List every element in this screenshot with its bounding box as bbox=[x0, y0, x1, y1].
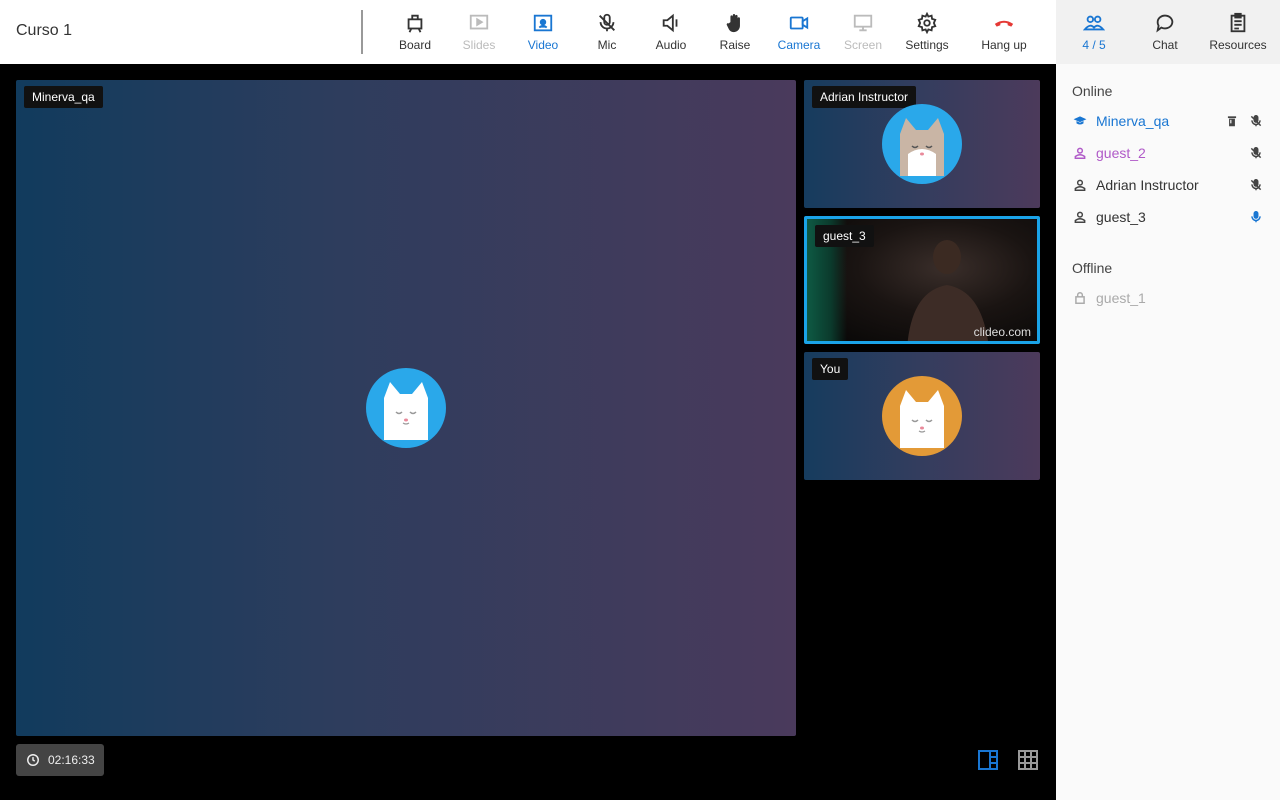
participant-name: guest_3 bbox=[1096, 209, 1146, 225]
tab-participants[interactable]: 4 / 5 bbox=[1056, 0, 1132, 64]
graduation-cap-icon bbox=[1072, 113, 1088, 129]
user-icon bbox=[1072, 177, 1088, 193]
timer-value: 02:16:33 bbox=[48, 753, 95, 767]
phone-hangup-icon bbox=[994, 20, 1014, 27]
audio-label: Audio bbox=[655, 38, 687, 52]
clock-icon bbox=[27, 754, 39, 766]
participant-tile-speaking[interactable]: guest_3 clideo.com bbox=[804, 216, 1040, 344]
speaker-icon bbox=[662, 13, 678, 33]
user-icon bbox=[1072, 209, 1088, 225]
course-title: Curso 1 bbox=[16, 22, 73, 39]
raise-label: Raise bbox=[719, 38, 751, 52]
settings-label: Settings bbox=[905, 38, 949, 52]
toolbar-divider bbox=[361, 10, 363, 54]
mic-button[interactable]: Mic bbox=[575, 0, 639, 64]
participant-name: Minerva_qa bbox=[1096, 113, 1170, 129]
participant-name: Adrian Instructor bbox=[1096, 177, 1199, 193]
chat-bubble-icon bbox=[1156, 14, 1174, 33]
user-icon bbox=[1072, 145, 1088, 161]
cat-avatar bbox=[882, 104, 962, 184]
right-sidebar: 4 / 5 Chat Resources Online Minerva_qa g… bbox=[1056, 0, 1280, 800]
slides-icon bbox=[469, 14, 489, 30]
resources-label: Resources bbox=[1209, 38, 1267, 52]
participants-count: 4 / 5 bbox=[1082, 38, 1106, 52]
lock-icon bbox=[1072, 290, 1088, 306]
slides-button[interactable]: Slides bbox=[447, 0, 511, 64]
mic-label: Mic bbox=[597, 38, 617, 52]
top-toolbar: Curso 1 Board Slides Video Mic Audio Rai… bbox=[0, 0, 1056, 64]
participant-row[interactable]: guest_1 bbox=[1072, 286, 1264, 310]
grid-icon bbox=[1018, 750, 1038, 770]
video-layout-icon bbox=[533, 14, 553, 32]
sidebar-tabs: 4 / 5 Chat Resources bbox=[1056, 0, 1280, 64]
tile-name-tag: guest_3 bbox=[815, 225, 874, 247]
cat-avatar bbox=[366, 368, 446, 448]
mic-off-icon bbox=[599, 13, 615, 32]
main-video[interactable]: Minerva_qa bbox=[16, 80, 796, 736]
participants-panel: Online Minerva_qa guest_2 Adrian Instruc… bbox=[1056, 64, 1280, 800]
chat-label: Chat bbox=[1152, 38, 1178, 52]
mic-off-icon[interactable] bbox=[1248, 177, 1264, 193]
layout-sidebar-button[interactable] bbox=[976, 748, 1000, 772]
online-heading: Online bbox=[1072, 83, 1113, 99]
tab-chat[interactable]: Chat bbox=[1127, 0, 1203, 64]
mic-on-icon[interactable] bbox=[1248, 209, 1264, 225]
offline-heading: Offline bbox=[1072, 260, 1113, 276]
screen-share-button[interactable]: Screen bbox=[831, 0, 895, 64]
camera-icon bbox=[789, 16, 809, 30]
people-icon bbox=[1083, 15, 1105, 31]
settings-button[interactable]: Settings bbox=[895, 0, 959, 64]
tab-resources[interactable]: Resources bbox=[1200, 0, 1276, 64]
mic-off-icon[interactable] bbox=[1248, 145, 1264, 161]
video-name-tag: Minerva_qa bbox=[24, 86, 103, 108]
board-label: Board bbox=[398, 38, 432, 52]
layout-sidebar-icon bbox=[978, 750, 998, 770]
monitor-icon bbox=[853, 14, 873, 32]
participant-row[interactable]: guest_3 bbox=[1072, 205, 1264, 229]
board-button[interactable]: Board bbox=[383, 0, 447, 64]
participant-name: guest_2 bbox=[1096, 145, 1146, 161]
participant-tile[interactable]: Adrian Instructor bbox=[804, 80, 1040, 208]
audio-button[interactable]: Audio bbox=[639, 0, 703, 64]
video-watermark: clideo.com bbox=[973, 325, 1031, 339]
hand-icon bbox=[726, 14, 740, 33]
video-label: Video bbox=[527, 38, 559, 52]
hangup-label: Hang up bbox=[981, 38, 1027, 52]
participant-row[interactable]: guest_2 bbox=[1072, 141, 1264, 165]
participant-row[interactable]: Adrian Instructor bbox=[1072, 173, 1264, 197]
layout-grid-button[interactable] bbox=[1016, 748, 1040, 772]
easel-icon bbox=[407, 14, 423, 33]
trash-icon[interactable] bbox=[1224, 113, 1240, 129]
participant-tile-self[interactable]: You bbox=[804, 352, 1040, 480]
slides-label: Slides bbox=[462, 38, 496, 52]
participant-row[interactable]: Minerva_qa bbox=[1072, 109, 1264, 133]
hang-up-button[interactable]: Hang up bbox=[972, 0, 1036, 64]
gear-icon bbox=[917, 12, 937, 34]
raise-hand-button[interactable]: Raise bbox=[703, 0, 767, 64]
camera-button[interactable]: Camera bbox=[767, 0, 831, 64]
video-button[interactable]: Video bbox=[511, 0, 575, 64]
session-timer: 02:16:33 bbox=[16, 744, 104, 776]
tile-name-tag: You bbox=[812, 358, 849, 380]
participant-name: guest_1 bbox=[1096, 290, 1146, 306]
mic-off-icon[interactable] bbox=[1248, 113, 1264, 129]
cat-avatar bbox=[882, 376, 962, 456]
screen-label: Screen bbox=[843, 38, 883, 52]
camera-label: Camera bbox=[777, 38, 821, 52]
clipboard-icon bbox=[1230, 12, 1246, 33]
